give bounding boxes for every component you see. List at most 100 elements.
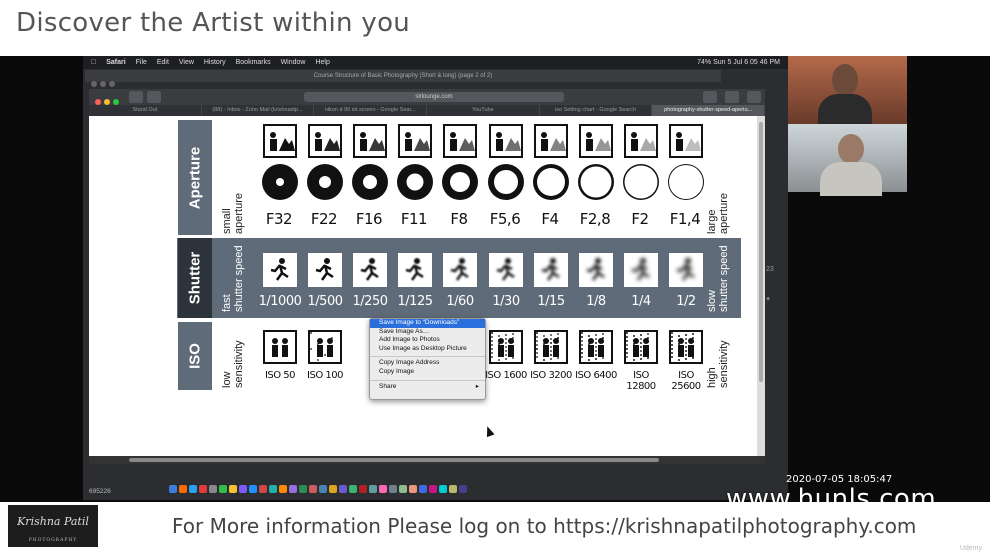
share-button[interactable] [725,91,739,103]
menu-add-to-photos[interactable]: Add Image to Photos [370,336,485,345]
menu-share[interactable]: Share ▸ [370,383,485,392]
dock-app-icon[interactable] [379,484,387,493]
iso-value: ISO 1600 [485,370,527,381]
tab-youtube[interactable]: YouTube [427,105,540,116]
menu-bookmarks[interactable]: Bookmarks [236,59,271,66]
dock-app-icon[interactable] [359,484,367,493]
apple-icon[interactable]:  [91,59,96,66]
menu-view[interactable]: View [179,59,194,66]
back-button[interactable] [129,91,143,103]
dock-app-icon[interactable] [189,484,197,493]
menu-save-to-downloads[interactable]: Save Image to “Downloads” [370,319,485,328]
aperture-value: F1,4 [669,210,701,228]
webcam-presenter [788,56,907,134]
aperture-circle-icon [442,164,478,200]
dock-app-icon[interactable] [309,484,317,493]
safari-toolbar: slrlounge.com [89,89,765,105]
mac-desktop:  Safari File Edit View History Bookmark… [83,56,788,500]
tab-stand-out[interactable]: Stand Out [89,105,202,116]
runner-icon [263,253,297,287]
people-grain-icon [669,330,703,364]
aperture-scene-icon [398,124,432,158]
aperture-value: F5,6 [489,210,521,228]
dock-app-icon[interactable] [239,484,247,493]
dock-app-icon[interactable] [289,484,297,493]
dock-app-icon[interactable] [329,484,337,493]
dock-app-icon[interactable] [409,484,417,493]
shutter-value: 1/2 [676,294,696,309]
menu-copy-image-address[interactable]: Copy Image Address [370,359,485,368]
aperture-left-sub: small [221,208,233,234]
tab-iso-search[interactable]: iso Setting chart - Google Search [540,105,653,116]
tab-photography-chart[interactable]: photography-shutter-speed-apertu... [652,105,766,116]
background-window-title[interactable]: Course Structure of Basic Photography (S… [85,70,721,82]
aperture-value: F8 [450,210,468,228]
runner-icon [489,253,523,287]
runner-icon [669,253,703,287]
runner-icon [308,253,342,287]
dock-app-icon[interactable] [419,484,427,493]
aperture-value: F22 [310,210,338,228]
dock-app-icon[interactable] [339,484,347,493]
people-grain-icon [579,330,613,364]
dock-app-icon[interactable] [259,484,267,493]
menu-safari[interactable]: Safari [106,59,125,66]
runner-icon [624,253,658,287]
menu-edit[interactable]: Edit [157,59,169,66]
aperture-value: F32 [265,210,293,228]
menu-help[interactable]: Help [315,59,329,66]
dock-app-icon[interactable] [399,484,407,493]
dock-app-icon[interactable] [209,484,217,493]
aperture-scene-icon [489,124,523,158]
dock-app-icon[interactable] [169,484,177,493]
people-grain-icon [489,330,523,364]
dock-app-icon[interactable] [369,484,377,493]
dock-app-icon[interactable] [279,484,287,493]
download-button[interactable] [703,91,717,103]
shutter-value: 1/8 [586,294,606,309]
dock-app-icon[interactable] [389,484,397,493]
address-bar[interactable]: slrlounge.com [304,92,564,102]
aperture-scene-icon [308,124,342,158]
iso-value: ISO 12800 [626,370,656,392]
dock-app-icon[interactable] [319,484,327,493]
dock-app-icon[interactable] [249,484,257,493]
dock-app-icon[interactable] [199,484,207,493]
dock-app-icon[interactable] [449,484,457,493]
vertical-scrollbar[interactable] [757,116,765,456]
aperture-value: F2,8 [579,210,611,228]
aperture-circle-icon [578,164,614,200]
menu-use-as-desktop[interactable]: Use Image as Desktop Picture [370,345,485,354]
dock-app-icon[interactable] [219,484,227,493]
sidebar-button[interactable] [147,91,161,103]
dock-app-icon[interactable] [439,484,447,493]
menu-history[interactable]: History [204,59,226,66]
participant-body [820,162,882,196]
tabs-overview-button[interactable] [747,91,761,103]
participant-head [838,134,864,164]
aperture-circle-icon [397,164,433,200]
menu-copy-image[interactable]: Copy Image [370,368,485,377]
dock-app-icon[interactable] [229,484,237,493]
menu-file[interactable]: File [136,59,147,66]
aperture-circle-icon [533,164,569,200]
menubar-status[interactable]: 74% Sun 5 Jul 6 05 46 PM [697,56,780,69]
menu-save-image-as[interactable]: Save Image As… [370,328,485,337]
iso-left-sub: low [221,371,233,388]
aperture-right-sub2: aperture [718,193,730,234]
dock-app-icon[interactable] [459,484,467,493]
brand-logo: Krishna Patil PHOTOGRAPHY [8,505,98,547]
menu-window[interactable]: Window [281,59,306,66]
dock-app-icon[interactable] [349,484,357,493]
tab-bar: Stand Out (88) - Inbox - Zoho Mail (kris… [89,105,766,116]
dock-app-icon[interactable] [179,484,187,493]
dock-app-icon[interactable] [299,484,307,493]
tab-nikon-search[interactable]: nikon d 90 iot screen - Google Sear... [314,105,428,116]
dock-app-icon[interactable] [429,484,437,493]
people-grain-icon [263,330,297,364]
aperture-scene-icon [353,124,387,158]
tab-zoho-mail[interactable]: (88) - Inbox - Zoho Mail (krishnadip... [202,105,315,116]
aperture-value: F16 [355,210,383,228]
horizontal-scrollbar[interactable] [89,456,765,464]
dock-app-icon[interactable] [269,484,277,493]
